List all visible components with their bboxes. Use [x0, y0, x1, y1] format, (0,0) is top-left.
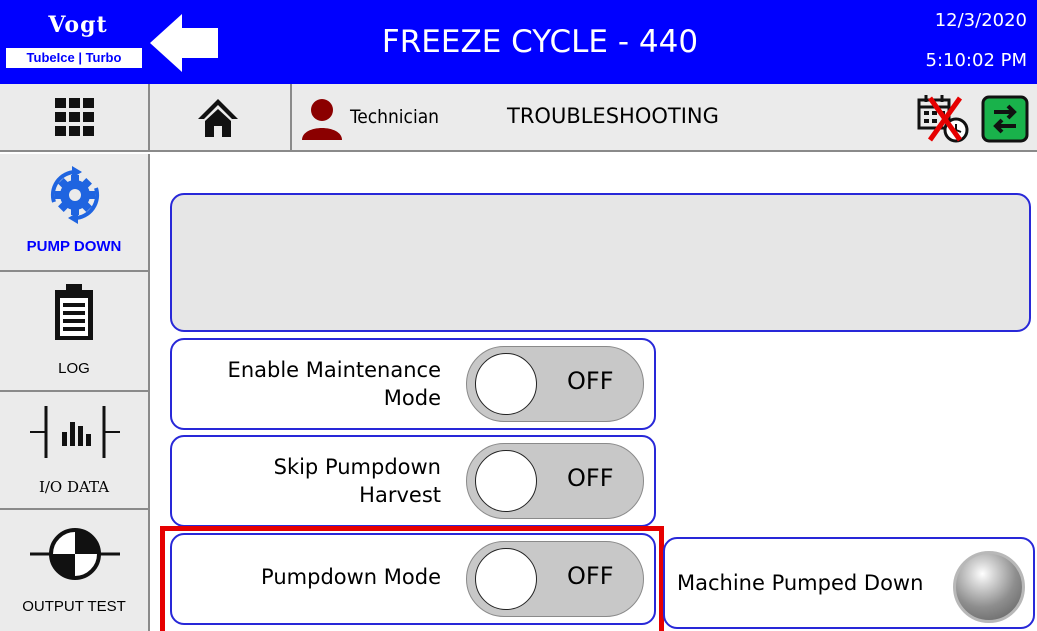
pumpdown-mode-label: Pumpdown Mode	[161, 563, 441, 591]
header-bar: Vogt TubeIce | Turbo FREEZE CYCLE - 440 …	[0, 0, 1037, 84]
nav-io-data-label: I/O DATA	[38, 478, 110, 496]
toggle-knob	[475, 353, 537, 415]
skip-pumpdown-toggle[interactable]: OFF	[466, 443, 644, 519]
nav-pump-down-label: PUMP DOWN	[26, 238, 122, 255]
time-display: 5:10:02 PM	[925, 50, 1028, 71]
grid-menu-icon	[55, 98, 94, 136]
home-icon	[198, 99, 238, 137]
maintenance-mode-label: Enable Maintenance Mode	[161, 356, 441, 412]
maintenance-mode-label-line1: Enable Maintenance	[227, 358, 441, 382]
back-button[interactable]	[150, 14, 220, 72]
toggle-knob	[475, 450, 537, 512]
maintenance-mode-panel: Enable Maintenance Mode OFF	[170, 338, 656, 430]
toggle-state-text: OFF	[567, 464, 614, 492]
message-panel	[170, 193, 1031, 332]
skip-pumpdown-panel: Skip Pumpdown Harvest OFF	[170, 435, 656, 527]
io-bars-icon	[30, 406, 120, 458]
logo-subtitle: TubeIce | Turbo	[6, 48, 142, 68]
skip-pumpdown-label-line2: Harvest	[359, 483, 441, 507]
clipboard-icon	[55, 284, 93, 340]
calendar-disabled-icon[interactable]	[916, 92, 974, 144]
page-title: FREEZE CYCLE - 440	[381, 24, 699, 60]
nav-log[interactable]: LOG	[0, 272, 148, 392]
nav-io-data[interactable]: I/O DATA	[0, 392, 148, 510]
pumpdown-mode-label-line1: Pumpdown Mode	[261, 565, 441, 589]
nav-output-test-label: OUTPUT TEST	[22, 598, 126, 615]
nav-log-label: LOG	[58, 360, 90, 377]
skip-pumpdown-label-line1: Skip Pumpdown	[273, 455, 441, 479]
machine-pumped-down-panel: Machine Pumped Down	[663, 537, 1035, 629]
user-role-label: Technician	[350, 106, 440, 128]
toggle-state-text: OFF	[567, 367, 614, 395]
toggle-knob	[475, 548, 537, 610]
vogt-logo: Vogt TubeIce | Turbo	[0, 0, 147, 84]
gear-cycle-icon	[50, 166, 100, 224]
nav-output-test[interactable]: OUTPUT TEST	[0, 510, 148, 631]
nav-pump-down[interactable]: PUMP DOWN	[0, 154, 148, 272]
maintenance-mode-label-line2: Mode	[383, 386, 441, 410]
pumpdown-mode-panel: Pumpdown Mode OFF	[170, 533, 656, 625]
section-label: TROUBLESHOOTING	[507, 104, 719, 128]
skip-pumpdown-label: Skip Pumpdown Harvest	[161, 453, 441, 509]
output-target-icon	[30, 528, 120, 580]
menu-button[interactable]	[0, 84, 150, 152]
toggle-state-text: OFF	[567, 562, 614, 590]
swap-icon[interactable]	[980, 94, 1030, 144]
date-display: 12/3/2020	[934, 10, 1027, 31]
home-button[interactable]	[152, 84, 292, 152]
maintenance-mode-toggle[interactable]: OFF	[466, 346, 644, 422]
back-arrow-icon	[150, 14, 218, 72]
user-icon	[302, 99, 342, 140]
pumpdown-mode-toggle[interactable]: OFF	[466, 541, 644, 617]
logo-wordmark: Vogt	[48, 12, 108, 38]
side-navigation: PUMP DOWN LOG I/O DATA OUTPUT TEST	[0, 154, 150, 631]
status-indicator-light	[953, 551, 1025, 623]
machine-pumped-down-label: Machine Pumped Down	[677, 571, 924, 595]
toolbar: Technician TROUBLESHOOTING	[0, 84, 1037, 152]
